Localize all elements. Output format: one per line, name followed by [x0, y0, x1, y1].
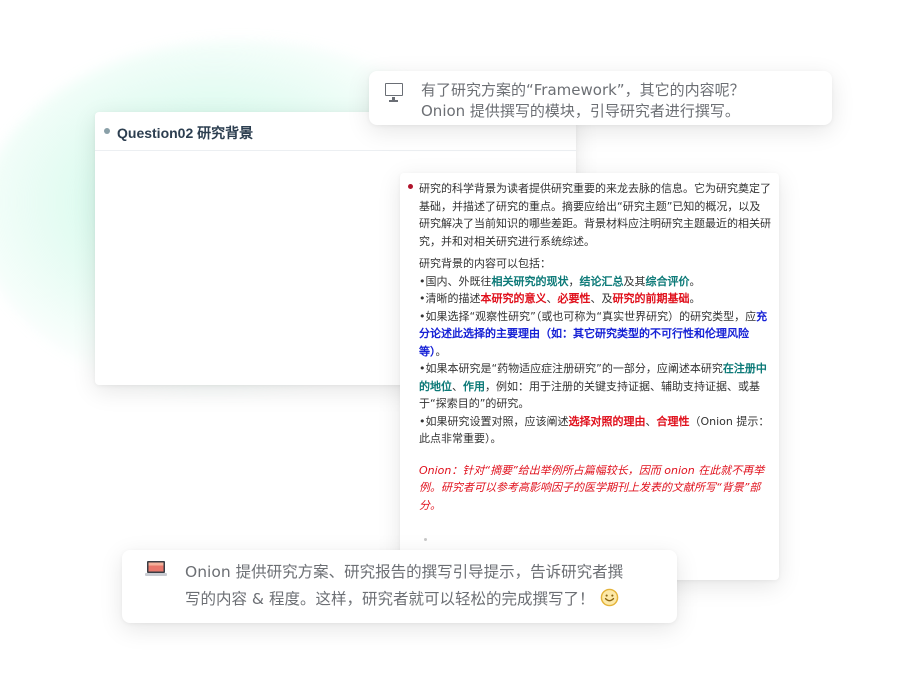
list-item-3: •如果选择“观察性研究”（或也可称为“真实世界研究）的研究类型，应充分论述此选择… — [419, 309, 768, 358]
top-bubble-line2: Onion 提供撰写的模块，引导研究者进行撰写。 — [421, 102, 740, 120]
monitor-icon — [385, 83, 403, 102]
cursor-dot — [424, 538, 427, 541]
bottom-bubble-line2: 写的内容 & 程度。这样，研究者就可以轻松的完成撰写了！ — [185, 590, 595, 608]
list-item-2: •清晰的描述本研究的意义、必要性、及研究的前期基础。 — [419, 292, 701, 305]
background-content-card: 研究的科学背景为读者提供研究重要的来龙去脉的信息。它为研究奠定了基础，并描述了研… — [400, 173, 779, 580]
intro-paragraph: 研究的科学背景为读者提供研究重要的来龙去脉的信息。它为研究奠定了基础，并描述了研… — [419, 182, 771, 248]
bottom-bubble-text: Onion 提供研究方案、研究报告的撰写引导提示，告诉研究者撰 写的内容 & 程… — [185, 559, 665, 613]
laptop-icon — [145, 561, 167, 576]
red-bullet-icon — [408, 184, 413, 189]
top-bubble-text: 有了研究方案的“Framework”，其它的内容呢？ Onion 提供撰写的模块… — [421, 80, 745, 122]
list-heading: 研究背景的内容可以包括： — [419, 257, 551, 270]
list-item-4: •如果本研究是“药物适应症注册研究”的一部分，应阐述本研究在注册中的地位、作用，… — [419, 362, 767, 410]
list-item-5: •如果研究设置对照，应该阐述选择对照的理由、合理性（Onion 提示：此点非常重… — [419, 414, 770, 446]
content-body: 研究的科学背景为读者提供研究重要的来龙去脉的信息。它为研究奠定了基础，并描述了研… — [419, 180, 771, 514]
list-item-1: •国内、外既往相关研究的现状，结论汇总及其综合评价。 — [419, 274, 701, 288]
onion-note: Onion：针对“摘要”给出举例所占篇幅较长，因而 onion 在此就不再举例。… — [419, 463, 765, 512]
top-bubble-line1: 有了研究方案的“Framework”，其它的内容呢？ — [421, 81, 745, 99]
bottom-speech-bubble: Onion 提供研究方案、研究报告的撰写引导提示，告诉研究者撰 写的内容 & 程… — [122, 550, 677, 623]
bottom-bubble-line2-wrap: 写的内容 & 程度。这样，研究者就可以轻松的完成撰写了！ — [185, 586, 665, 613]
smile-emoji-icon — [601, 588, 619, 607]
bottom-bubble-line1: Onion 提供研究方案、研究报告的撰写引导提示，告诉研究者撰 — [185, 563, 624, 581]
question-title: Question02 研究背景 — [117, 125, 254, 141]
top-speech-bubble: 有了研究方案的“Framework”，其它的内容呢？ Onion 提供撰写的模块… — [369, 71, 832, 125]
bullet-dot-icon — [104, 128, 110, 134]
